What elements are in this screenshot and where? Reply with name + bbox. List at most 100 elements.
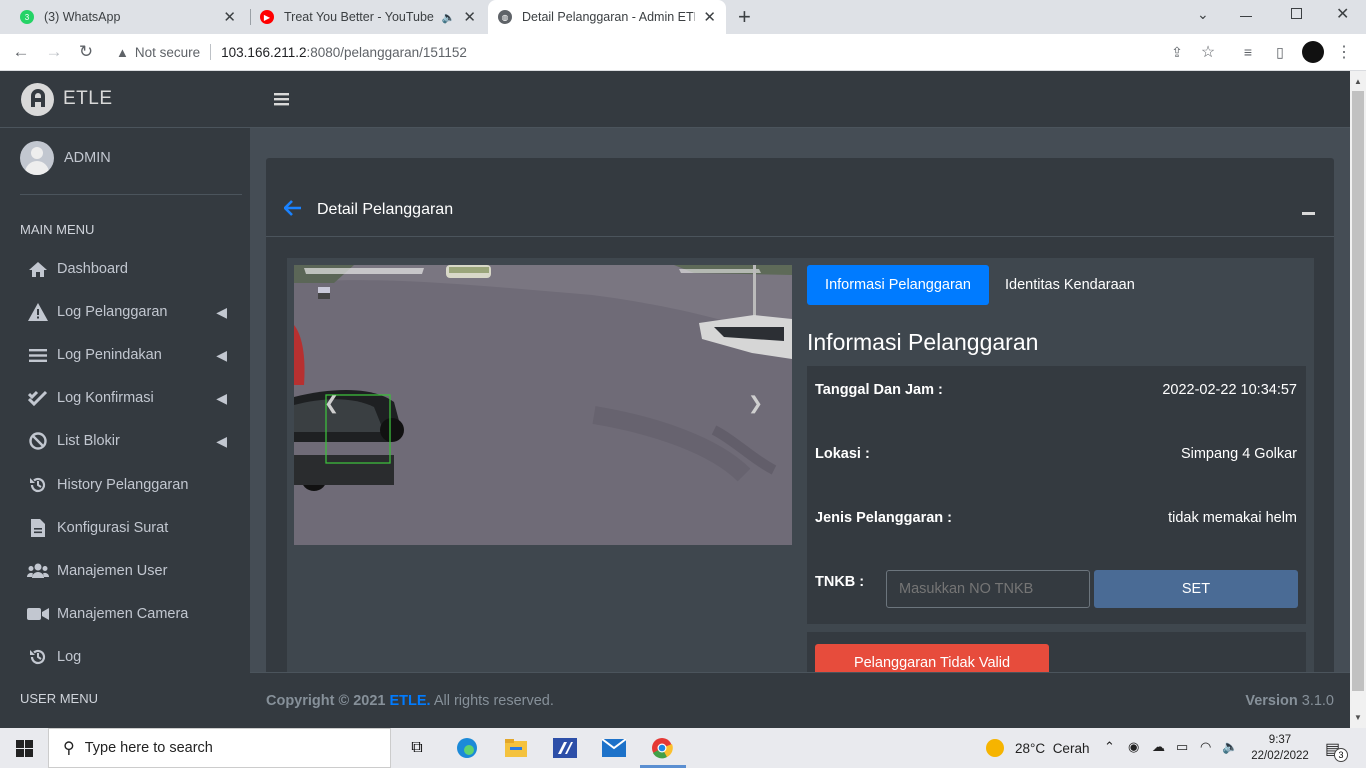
globe-icon: ◍ [498, 10, 512, 24]
menu-kebab-icon[interactable]: ⋮ [1333, 41, 1355, 63]
tab-whatsapp[interactable]: 3 (3) WhatsApp ✕ [10, 0, 246, 34]
tnkb-input[interactable] [886, 570, 1090, 608]
new-tab-button[interactable]: + [738, 4, 751, 30]
close-tab-icon[interactable]: ✕ [463, 8, 476, 26]
forward-icon[interactable]: → [43, 41, 65, 63]
chevron-left-icon: ◀ [216, 389, 227, 406]
violation-photo [294, 265, 792, 545]
tray-app-icon[interactable]: ◉ [1128, 739, 1139, 755]
sidebar-item-log[interactable]: Log [27, 642, 237, 672]
footer: Copyright © 2021 ETLE. All rights reserv… [250, 672, 1350, 728]
mail-icon[interactable] [601, 736, 627, 760]
sidebar-item-manajemen-user[interactable]: Manajemen User [27, 556, 237, 586]
sidebar-item-log-penindakan[interactable]: Log Penindakan ◀ [27, 340, 237, 370]
sidebar: ETLE ADMIN MAIN MENU Dashboard Log Pelan… [0, 71, 250, 728]
volume-icon[interactable]: 🔈 [1222, 739, 1238, 755]
hamburger-menu-icon[interactable] [274, 92, 289, 111]
minimize-icon[interactable] [1240, 16, 1252, 17]
collapse-minus-icon[interactable] [1302, 212, 1315, 215]
omnibox[interactable]: ▲ Not secure 103.166.211.2 :8080/pelangg… [108, 37, 1228, 67]
tnkb-label: TNKB : [815, 574, 865, 590]
warning-icon [27, 303, 49, 321]
scroll-thumb[interactable] [1352, 91, 1364, 691]
main-menu-header: MAIN MENU [20, 222, 95, 237]
tab-detail-pelanggaran[interactable]: ◍ Detail Pelanggaran - Admin ETLE ✕ [488, 0, 726, 34]
clock[interactable]: 9:37 22/02/2022 [1248, 732, 1312, 764]
restore-icon[interactable] [1291, 8, 1302, 19]
speaker-icon[interactable]: 🔈 [442, 11, 456, 24]
wifi-icon[interactable]: ◠ [1200, 739, 1211, 755]
users-icon [27, 563, 49, 579]
set-button[interactable]: SET [1094, 570, 1298, 608]
onedrive-icon[interactable]: ☁ [1152, 739, 1165, 755]
back-arrow-icon[interactable] [283, 200, 302, 221]
task-view-icon[interactable]: ⧉ [404, 736, 430, 760]
footer-brand-link[interactable]: ETLE. [390, 693, 431, 709]
app-icon[interactable] [552, 736, 578, 760]
side-panel-icon[interactable]: ▯ [1269, 41, 1291, 63]
tray-chevron-icon[interactable]: ⌃ [1104, 739, 1115, 755]
user-panel[interactable]: ADMIN [20, 141, 242, 195]
history-icon [27, 476, 49, 494]
ban-icon [27, 432, 49, 450]
list-icon [27, 348, 49, 363]
brand-link[interactable]: ETLE [0, 71, 250, 128]
close-tab-icon[interactable]: ✕ [703, 8, 716, 26]
back-icon[interactable]: ← [10, 41, 32, 63]
windows-start-icon[interactable] [16, 740, 33, 762]
user-name: ADMIN [64, 150, 111, 166]
carousel-next-icon[interactable]: ❯ [748, 393, 763, 414]
media-control-icon[interactable]: ≡ [1237, 41, 1259, 63]
violation-photo-carousel[interactable]: ❮ ❯ [294, 265, 792, 545]
share-icon[interactable]: ⇪ [1166, 41, 1188, 63]
sidebar-item-history-pelanggaran[interactable]: History Pelanggaran [27, 470, 237, 500]
search-icon: ⚲ [63, 740, 75, 757]
warning-icon: ▲ [116, 44, 129, 60]
user-menu-header: USER MENU [20, 691, 99, 706]
file-explorer-icon[interactable] [503, 736, 529, 760]
invalid-violation-button[interactable]: Pelanggaran Tidak Valid [815, 644, 1049, 672]
section-title: Informasi Pelanggaran [807, 329, 1039, 355]
brand-name: ETLE [63, 88, 113, 109]
page-title: Detail Pelanggaran [317, 201, 454, 218]
notification-count-badge: 3 [1334, 748, 1348, 762]
sidebar-item-list-blokir[interactable]: List Blokir ◀ [27, 426, 237, 456]
top-navbar [250, 71, 1350, 128]
chrome-icon[interactable] [649, 736, 675, 760]
page-scrollbar[interactable]: ▲ ▼ [1350, 71, 1366, 728]
reload-icon[interactable]: ↻ [75, 41, 97, 63]
violation-type-value: tidak memakai helm [1168, 510, 1297, 526]
tab-search-icon[interactable]: ⌄ [1197, 6, 1209, 23]
sidebar-item-log-konfirmasi[interactable]: Log Konfirmasi ◀ [27, 383, 237, 413]
address-bar-area: ← → ↻ ▲ Not secure 103.166.211.2 :8080/p… [0, 34, 1366, 71]
windows-taskbar: ⚲ Type here to search ⧉ 28°C Cerah ⌃ ◉ ☁… [0, 728, 1366, 768]
datetime-value: 2022-02-22 10:34:57 [1162, 382, 1297, 398]
location-value: Simpang 4 Golkar [1180, 446, 1297, 462]
chevron-left-icon: ◀ [216, 432, 227, 449]
carousel-prev-icon[interactable]: ❮ [324, 393, 339, 414]
battery-icon[interactable]: ▭ [1176, 739, 1188, 755]
check-double-icon [27, 390, 49, 407]
edge-icon[interactable] [454, 736, 480, 760]
close-tab-icon[interactable]: ✕ [223, 8, 236, 26]
tab-youtube[interactable]: ▶ Treat You Better - YouTube M 🔈 ✕ [250, 0, 486, 34]
sidebar-item-log-pelanggaran[interactable]: Log Pelanggaran ◀ [27, 297, 237, 327]
chevron-left-icon: ◀ [216, 303, 227, 320]
datetime-label: Tanggal Dan Jam : [815, 382, 943, 398]
close-window-icon[interactable]: ✕ [1336, 4, 1349, 24]
sidebar-item-dashboard[interactable]: Dashboard [27, 254, 237, 284]
scroll-down-icon[interactable]: ▼ [1354, 713, 1362, 722]
violation-type-label: Jenis Pelanggaran : [815, 510, 952, 526]
sidebar-item-manajemen-camera[interactable]: Manajemen Camera [27, 599, 237, 629]
security-label: Not secure [134, 44, 201, 60]
tab-informasi-pelanggaran[interactable]: Informasi Pelanggaran [807, 265, 989, 305]
tab-identitas-kendaraan[interactable]: Identitas Kendaraan [1005, 265, 1135, 305]
weather[interactable]: 28°C Cerah [1015, 741, 1089, 756]
copyright: Copyright © 2021 ETLE. All rights reserv… [266, 693, 554, 709]
scroll-up-icon[interactable]: ▲ [1354, 77, 1362, 86]
profile-avatar[interactable] [1302, 41, 1324, 63]
taskbar-search[interactable]: ⚲ Type here to search [48, 728, 391, 768]
sidebar-item-konfigurasi-surat[interactable]: Konfigurasi Surat [27, 513, 237, 543]
bookmark-star-icon[interactable]: ☆ [1197, 41, 1219, 63]
file-icon [27, 519, 49, 537]
